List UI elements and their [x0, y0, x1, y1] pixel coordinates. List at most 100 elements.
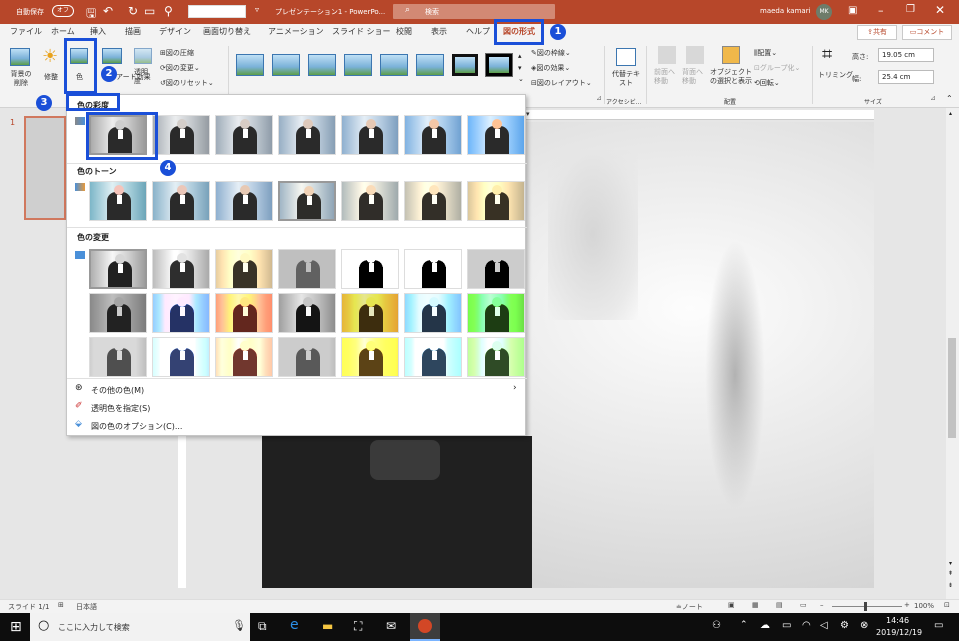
tone-option-3[interactable]	[215, 181, 273, 221]
security-icon[interactable]: ⊗	[860, 620, 868, 631]
share-button[interactable]: ⇪共有	[857, 25, 897, 40]
zoom-slider[interactable]	[832, 606, 902, 607]
tone-option-7[interactable]	[467, 181, 525, 221]
recolor-c-option-4[interactable]	[278, 337, 336, 377]
corrections-button[interactable]: 修整	[44, 72, 58, 82]
tab-review[interactable]: 校閲	[396, 26, 412, 37]
tab-view[interactable]: 表示	[431, 26, 447, 37]
wifi-icon[interactable]: ◠	[802, 620, 811, 631]
alt-text-icon[interactable]	[616, 48, 636, 66]
windows-start-icon[interactable]: ⊞	[10, 619, 22, 635]
alt-text-button[interactable]: 代替テキスト	[612, 70, 640, 88]
zoom-in-icon[interactable]: +	[904, 601, 910, 609]
group-button[interactable]: ⊡グループ化⌄	[754, 63, 800, 73]
recolor-b-option-5[interactable]	[341, 293, 399, 333]
compress-button[interactable]: ⊞図の圧縮	[160, 48, 194, 58]
picture-border-button[interactable]: ✎図の枠線⌄	[531, 48, 571, 58]
recolor-a-option-6[interactable]	[404, 249, 462, 289]
fit-slide-icon[interactable]: ⊡	[944, 601, 950, 609]
people-icon[interactable]: ⚇	[712, 620, 721, 631]
input-method-icon[interactable]: ⚙	[840, 620, 849, 631]
recolor-b-option-1[interactable]	[89, 293, 147, 333]
tone-option-6[interactable]	[404, 181, 462, 221]
customize-qat-icon[interactable]: ▿	[255, 5, 259, 14]
color-options-menu-item[interactable]: ⬙ 図の色のオプション(C)...	[75, 419, 519, 433]
user-name[interactable]: maeda kamari	[760, 7, 811, 15]
rotate-button[interactable]: ⟲回転⌄	[754, 78, 780, 88]
picture-effects-button[interactable]: ◈図の効果⌄	[531, 63, 570, 73]
comment-button[interactable]: ▭コメント	[902, 25, 952, 40]
saturation-option-2[interactable]	[152, 115, 210, 155]
tone-option-2[interactable]	[152, 181, 210, 221]
tone-option-4[interactable]	[278, 181, 336, 221]
tab-insert[interactable]: 挿入	[90, 26, 106, 37]
tab-file[interactable]: ファイル	[10, 26, 42, 37]
recolor-a-option-5[interactable]	[341, 249, 399, 289]
recolor-b-option-2[interactable]	[152, 293, 210, 333]
presentation-icon[interactable]: ▭	[144, 4, 155, 18]
send-backward-button[interactable]: 背面へ移動	[682, 68, 708, 86]
picture-layout-button[interactable]: ⊟図のレイアウト⌄	[531, 78, 592, 88]
recolor-b-option-4[interactable]	[278, 293, 336, 333]
selection-pane-button[interactable]: オブジェクトの選択と表示	[710, 68, 752, 86]
file-explorer-icon[interactable]: ▬	[322, 619, 333, 633]
network-icon[interactable]: ▭	[782, 620, 791, 631]
recolor-c-option-6[interactable]	[404, 337, 462, 377]
slide-sorter-icon[interactable]: ▦	[752, 601, 759, 609]
minimize-icon[interactable]: –	[878, 4, 884, 17]
recolor-b-option-7[interactable]	[467, 293, 525, 333]
autosave-toggle[interactable]: オフ	[52, 5, 74, 17]
dialog-launcher-icon[interactable]: ⊿	[930, 94, 936, 102]
more-colors-menu-item[interactable]: ⊛ その他の色(M) ›	[75, 383, 519, 397]
styles-scroll-down-icon[interactable]: ▾	[518, 64, 522, 72]
transparency-button[interactable]: 透明度	[134, 68, 152, 86]
recolor-a-option-7[interactable]	[467, 249, 525, 289]
recolor-c-option-1[interactable]	[89, 337, 147, 377]
align-button[interactable]: ⫼配置⌄	[754, 48, 777, 58]
zoom-level[interactable]: 100%	[914, 602, 934, 610]
close-icon[interactable]: ✕	[935, 3, 945, 17]
slideshow-view-icon[interactable]: ▭	[800, 601, 807, 609]
format-painter-icon[interactable]: ⚲	[164, 4, 173, 18]
saturation-option-6[interactable]	[404, 115, 462, 155]
powerpoint-taskbar-button[interactable]	[410, 613, 440, 641]
crop-button[interactable]: トリミング	[818, 70, 853, 80]
tab-transitions[interactable]: 画面切り替え	[203, 26, 251, 37]
tab-design[interactable]: デザイン	[159, 26, 191, 37]
volume-icon[interactable]: ◁	[820, 620, 828, 631]
undo-icon[interactable]: ↶	[103, 4, 113, 18]
vertical-scrollbar[interactable]: ▴ ▾ ⇞ ⇟	[946, 108, 959, 599]
onedrive-icon[interactable]: ☁	[760, 620, 770, 631]
recolor-b-option-3[interactable]	[215, 293, 273, 333]
crop-icon[interactable]: ⌗	[822, 44, 832, 65]
mail-icon[interactable]: ✉	[386, 619, 396, 633]
slide-thumbnail[interactable]	[24, 116, 66, 220]
recolor-c-option-5[interactable]	[341, 337, 399, 377]
saturation-option-7[interactable]	[467, 115, 525, 155]
picture-style-8[interactable]	[485, 53, 513, 77]
zoom-out-icon[interactable]: –	[820, 601, 824, 609]
ruler-marker-icon[interactable]: ▾	[526, 110, 536, 118]
styles-scroll-up-icon[interactable]: ▴	[518, 52, 522, 60]
next-slide-icon[interactable]: ⇟	[948, 582, 953, 589]
picture-style-1[interactable]	[236, 54, 264, 76]
recolor-c-option-3[interactable]	[215, 337, 273, 377]
set-transparent-menu-item[interactable]: ✐ 透明色を指定(S)	[75, 401, 519, 415]
show-hidden-icons-icon[interactable]: ⌃	[740, 620, 748, 630]
avatar[interactable]: MK	[816, 4, 832, 20]
language-indicator[interactable]: 日本語	[76, 602, 97, 612]
transparency-icon[interactable]	[134, 48, 152, 64]
taskbar-search-box[interactable]: ○ ここに入力して検索 🎙	[30, 613, 250, 641]
width-input[interactable]: 25.4 cm	[878, 70, 934, 84]
remove-background-button[interactable]: 背景の削除	[8, 70, 34, 88]
tab-home[interactable]: ホーム	[51, 26, 75, 37]
bring-forward-button[interactable]: 前面へ移動	[654, 68, 680, 86]
change-picture-button[interactable]: ⟳図の変更⌄	[160, 63, 200, 73]
remove-background-icon[interactable]	[10, 48, 30, 66]
saturation-option-5[interactable]	[341, 115, 399, 155]
notes-button[interactable]: ≐ノート	[676, 602, 703, 612]
redo-icon[interactable]: ↻	[128, 4, 138, 18]
dialog-launcher-icon[interactable]: ⊿	[596, 94, 602, 102]
restore-icon[interactable]: ❐	[906, 4, 915, 15]
recolor-a-option-3[interactable]	[215, 249, 273, 289]
